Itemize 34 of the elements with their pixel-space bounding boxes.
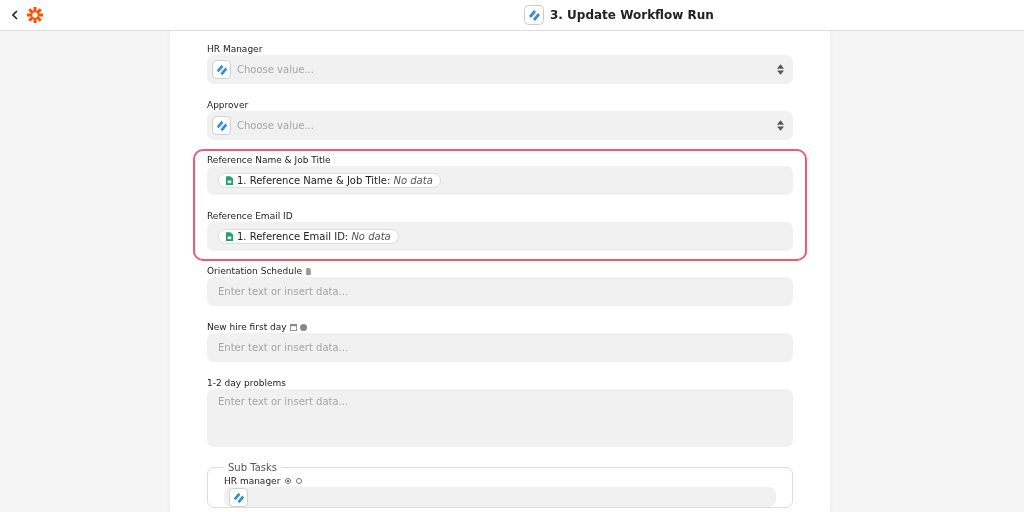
app-icon [524, 5, 544, 25]
asterisk-logo-icon[interactable] [26, 6, 44, 24]
sheet-icon [226, 232, 233, 241]
input-field[interactable]: 1. Reference Email ID: No data [207, 222, 793, 251]
select-field[interactable]: Choose value... [207, 111, 793, 140]
step-title: 3. Update Workflow Run [550, 8, 714, 22]
input-field[interactable]: Enter text or insert data... [207, 277, 793, 306]
field-label: Reference Email ID [207, 211, 293, 221]
app-icon [212, 60, 231, 79]
field-label: Reference Name & Job Title [207, 155, 331, 165]
data-pill[interactable]: 1. Reference Email ID: No data [218, 229, 399, 244]
data-pill[interactable]: 1. Reference Name & Job Title: No data [218, 173, 441, 188]
input-field[interactable]: Enter text or insert data... [207, 333, 793, 362]
field-label: Approver [207, 100, 249, 110]
field-label: 1-2 day problems [207, 378, 286, 388]
document-icon [305, 267, 313, 275]
app-icon [229, 487, 248, 507]
select-field[interactable] [224, 487, 776, 507]
field-label: HR Manager [207, 44, 263, 54]
updown-icon [777, 120, 784, 131]
app-icon [212, 116, 231, 135]
field-label: Orientation Schedule [207, 266, 303, 276]
input-field[interactable]: 1. Reference Name & Job Title: No data [207, 166, 793, 195]
select-field[interactable]: Choose value... [207, 55, 793, 84]
field-label: New hire first day [207, 322, 287, 332]
radio-button[interactable] [285, 478, 292, 484]
field-label: HR manager [224, 476, 281, 486]
updown-icon [777, 64, 784, 75]
calendar-icon [289, 323, 297, 331]
sheet-icon [226, 176, 233, 185]
info-icon [299, 323, 307, 331]
back-icon[interactable] [12, 10, 18, 20]
text-area[interactable]: Enter text or insert data... [207, 389, 793, 447]
group-legend: Sub Tasks [224, 462, 281, 473]
